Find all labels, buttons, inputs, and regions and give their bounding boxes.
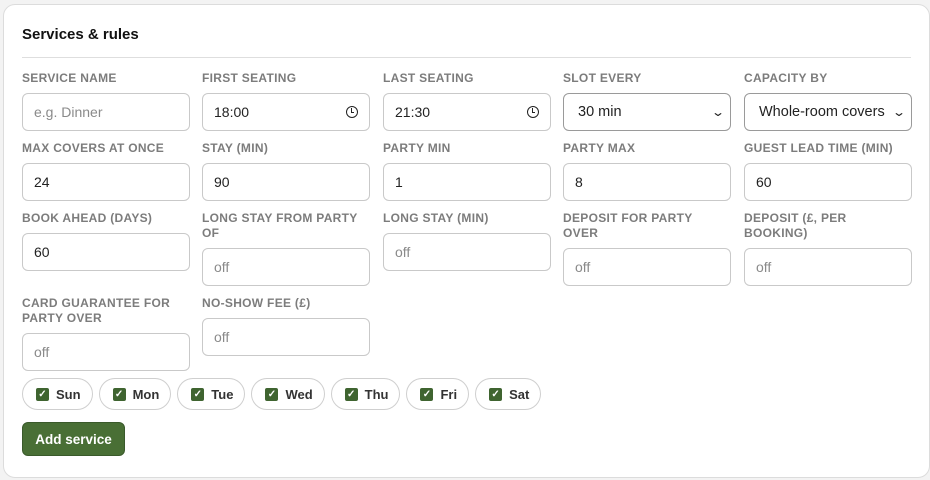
card-guarantee-label: CARD GUARANTEE FOR PARTY OVER <box>22 296 171 325</box>
checkbox-checked-icon[interactable]: ✓ <box>191 387 205 401</box>
max-covers-input[interactable]: 24 <box>22 163 190 201</box>
long-stay-min-input[interactable]: off <box>383 233 551 271</box>
long-stay-party-input[interactable]: off <box>202 248 370 286</box>
deposit-party-label: DEPOSIT FOR PARTY OVER <box>563 211 693 240</box>
long-stay-party-label: LONG STAY FROM PARTY OF <box>202 211 358 240</box>
last-seating-label: LAST SEATING <box>383 71 474 85</box>
stay-label: STAY (MIN) <box>202 141 269 155</box>
deposit-party-placeholder: off <box>575 259 591 275</box>
capacity-by-select[interactable]: Whole-room covers ⌄ <box>744 93 912 131</box>
book-ahead-label: BOOK AHEAD (DAYS) <box>22 211 153 225</box>
stay-value: 90 <box>214 174 230 190</box>
party-min-field: PARTY MIN 1 <box>383 141 551 201</box>
last-seating-input[interactable]: 21:30 <box>383 93 551 131</box>
capacity-by-label: CAPACITY BY <box>744 71 828 85</box>
last-seating-field: LAST SEATING 21:30 <box>383 71 551 131</box>
service-name-field: SERVICE NAME e.g. Dinner <box>22 71 190 131</box>
clock-icon[interactable] <box>346 106 358 118</box>
slot-every-select[interactable]: 30 min ⌄ <box>563 93 731 131</box>
first-seating-input[interactable]: 18:00 <box>202 93 370 131</box>
day-toggle-fri[interactable]: ✓ Fri <box>406 378 470 410</box>
lead-time-value: 60 <box>756 174 772 190</box>
card-guarantee-input[interactable]: off <box>22 333 190 371</box>
no-show-fee-input[interactable]: off <box>202 318 370 356</box>
deposit-amount-field: DEPOSIT (£, PER BOOKING) off <box>744 211 912 286</box>
lead-time-input[interactable]: 60 <box>744 163 912 201</box>
no-show-fee-field: NO-SHOW FEE (£) off <box>202 296 370 356</box>
no-show-fee-label: NO-SHOW FEE (£) <box>202 296 311 310</box>
checkbox-checked-icon[interactable]: ✓ <box>265 387 279 401</box>
checkbox-checked-icon[interactable]: ✓ <box>489 387 503 401</box>
card-guarantee-placeholder: off <box>34 344 50 360</box>
book-ahead-value: 60 <box>34 244 50 260</box>
party-min-label: PARTY MIN <box>383 141 451 155</box>
max-covers-field: MAX COVERS AT ONCE 24 <box>22 141 190 201</box>
max-covers-label: MAX COVERS AT ONCE <box>22 141 165 155</box>
day-label: Thu <box>364 386 389 402</box>
long-stay-min-placeholder: off <box>395 244 411 260</box>
day-label: Wed <box>285 386 313 402</box>
day-label: Fri <box>440 386 458 402</box>
divider <box>22 57 911 58</box>
max-covers-value: 24 <box>34 174 50 190</box>
lead-time-field: GUEST LEAD TIME (MIN) 60 <box>744 141 912 201</box>
day-label: Sun <box>56 386 81 402</box>
party-max-field: PARTY MAX 8 <box>563 141 731 201</box>
no-show-fee-placeholder: off <box>214 329 230 345</box>
day-label: Sat <box>509 386 530 402</box>
card-title: Services & rules <box>22 26 139 43</box>
checkbox-checked-icon[interactable]: ✓ <box>420 387 434 401</box>
long-stay-party-field: LONG STAY FROM PARTY OF off <box>202 211 370 286</box>
clock-icon[interactable] <box>527 106 539 118</box>
card-guarantee-field: CARD GUARANTEE FOR PARTY OVER off <box>22 296 190 371</box>
deposit-party-input[interactable]: off <box>563 248 731 286</box>
lead-time-label: GUEST LEAD TIME (MIN) <box>744 141 893 155</box>
capacity-by-value: Whole-room covers <box>759 104 885 120</box>
first-seating-label: FIRST SEATING <box>202 71 297 85</box>
long-stay-min-field: LONG STAY (MIN) off <box>383 211 551 271</box>
first-seating-value: 18:00 <box>214 104 250 120</box>
days-of-week: ✓ Sun ✓ Mon ✓ Tue ✓ Wed ✓ Thu ✓ Fri ✓ Sa… <box>22 378 542 410</box>
stay-input[interactable]: 90 <box>202 163 370 201</box>
day-label: Tue <box>211 386 234 402</box>
long-stay-party-placeholder: off <box>214 259 230 275</box>
party-min-value: 1 <box>395 174 403 190</box>
chevron-down-icon: ⌄ <box>710 105 726 119</box>
add-service-button[interactable]: Add service <box>22 422 125 456</box>
day-toggle-sat[interactable]: ✓ Sat <box>475 378 542 410</box>
checkbox-checked-icon[interactable]: ✓ <box>344 387 358 401</box>
book-ahead-input[interactable]: 60 <box>22 233 190 271</box>
party-max-value: 8 <box>575 174 583 190</box>
deposit-amount-label: DEPOSIT (£, PER BOOKING) <box>744 211 847 240</box>
checkbox-checked-icon[interactable]: ✓ <box>36 387 49 401</box>
day-toggle-mon[interactable]: ✓ Mon <box>98 378 172 410</box>
slot-every-label: SLOT EVERY <box>563 71 642 85</box>
day-toggle-wed[interactable]: ✓ Wed <box>251 378 325 410</box>
day-toggle-sun[interactable]: ✓ Sun <box>22 378 93 410</box>
first-seating-field: FIRST SEATING 18:00 <box>202 71 370 131</box>
capacity-by-field: CAPACITY BY Whole-room covers ⌄ <box>744 71 912 131</box>
services-rules-card: Services & rules SERVICE NAME e.g. Dinne… <box>3 4 930 478</box>
slot-every-value: 30 min <box>578 104 622 120</box>
slot-every-field: SLOT EVERY 30 min ⌄ <box>563 71 731 131</box>
service-name-input[interactable]: e.g. Dinner <box>22 93 190 131</box>
day-toggle-tue[interactable]: ✓ Tue <box>177 378 246 410</box>
service-name-placeholder: e.g. Dinner <box>34 104 103 120</box>
chevron-down-icon: ⌄ <box>891 105 907 119</box>
deposit-party-field: DEPOSIT FOR PARTY OVER off <box>563 211 731 286</box>
party-min-input[interactable]: 1 <box>383 163 551 201</box>
last-seating-value: 21:30 <box>395 104 431 120</box>
service-name-label: SERVICE NAME <box>22 71 117 85</box>
checkbox-checked-icon[interactable]: ✓ <box>112 387 126 401</box>
day-label: Mon <box>132 386 160 402</box>
book-ahead-field: BOOK AHEAD (DAYS) 60 <box>22 211 190 271</box>
party-max-label: PARTY MAX <box>563 141 636 155</box>
deposit-amount-input[interactable]: off <box>744 248 912 286</box>
deposit-amount-placeholder: off <box>756 259 772 275</box>
party-max-input[interactable]: 8 <box>563 163 731 201</box>
day-toggle-thu[interactable]: ✓ Thu <box>330 378 401 410</box>
stay-field: STAY (MIN) 90 <box>202 141 370 201</box>
long-stay-min-label: LONG STAY (MIN) <box>383 211 489 225</box>
